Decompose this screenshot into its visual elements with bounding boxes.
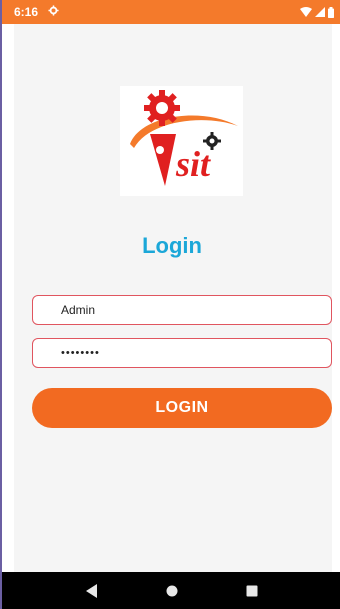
status-icons xyxy=(300,6,334,18)
back-icon[interactable] xyxy=(80,579,104,603)
wifi-icon xyxy=(300,7,312,17)
login-button[interactable]: LOGIN xyxy=(32,388,332,428)
status-bar: 6:16 xyxy=(2,0,340,24)
username-field[interactable]: Admin xyxy=(32,295,332,325)
password-field[interactable]: •••••••• xyxy=(32,338,332,368)
home-icon[interactable] xyxy=(160,579,184,603)
app-logo: sit xyxy=(120,86,243,196)
status-time: 6:16 xyxy=(14,5,39,19)
recents-icon[interactable] xyxy=(240,579,264,603)
phone-screen: 6:16 sit Login Admin •••••••• LOGIN xyxy=(0,0,340,609)
signal-icon xyxy=(315,7,325,17)
battery-icon xyxy=(328,6,334,18)
page-title: Login xyxy=(142,233,202,258)
logo-text: sit xyxy=(175,144,211,184)
navigation-bar xyxy=(2,572,340,609)
settings-gear-icon xyxy=(48,5,59,19)
